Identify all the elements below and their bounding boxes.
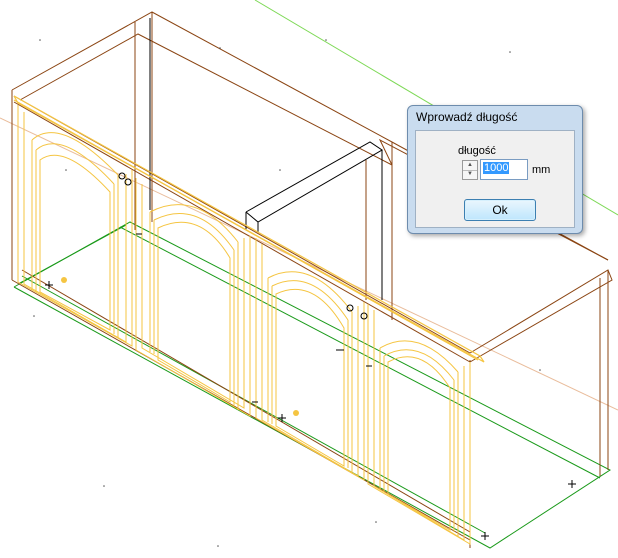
length-input[interactable]: 1000 — [480, 159, 528, 180]
dialog-title: Wprowadź długość — [416, 110, 518, 124]
base-outline — [13, 221, 611, 549]
length-value: 1000 — [483, 162, 510, 174]
enter-length-dialog[interactable]: Wprowadź długość długość ▲ ▼ 1000 mm Ok — [407, 105, 583, 234]
cad-viewport[interactable] — [0, 0, 618, 558]
dialog-body: długość ▲ ▼ 1000 mm Ok — [415, 130, 575, 228]
ok-button[interactable]: Ok — [464, 199, 536, 221]
door-frame-1 — [17, 105, 133, 347]
door-frame-2 — [135, 178, 251, 417]
triangle-down-icon[interactable]: ▼ — [463, 170, 477, 179]
length-spinner[interactable]: ▲ ▼ — [462, 160, 478, 180]
door-frame-3 — [255, 238, 365, 481]
length-label: długość — [458, 145, 496, 157]
door-frame-4 — [367, 304, 471, 545]
cabinet-carcass — [11, 11, 613, 548]
selected-shelf-panel[interactable] — [149, 18, 383, 300]
hinge-markers — [61, 277, 299, 416]
unit-label: mm — [532, 164, 551, 176]
